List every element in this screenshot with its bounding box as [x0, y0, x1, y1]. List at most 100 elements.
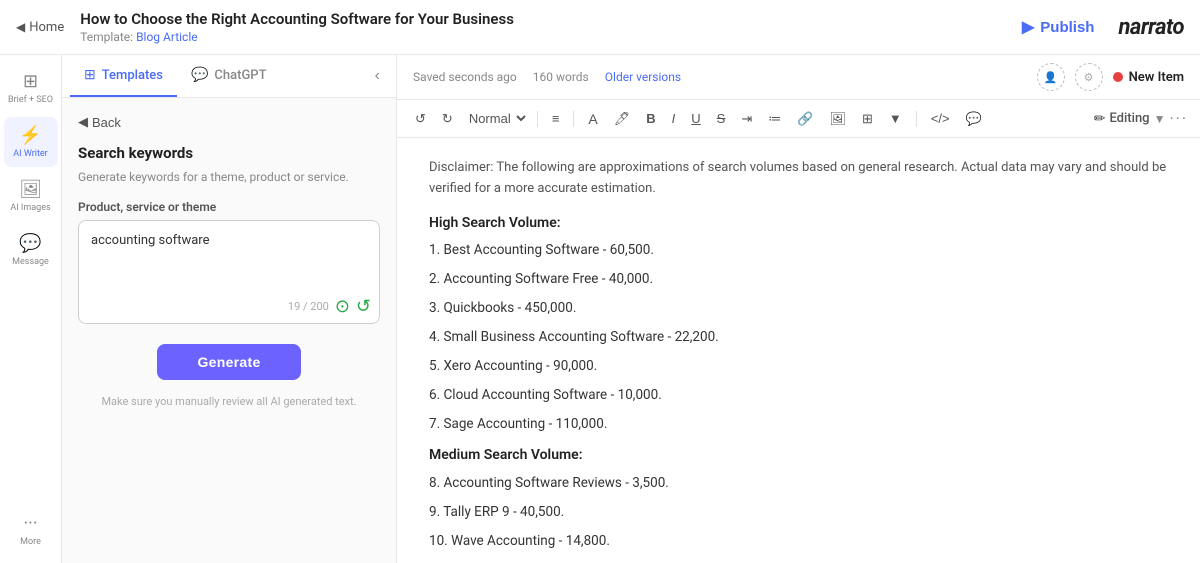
- link-button[interactable]: 🔗: [791, 107, 819, 131]
- ai-writer-label: AI Writer: [13, 149, 47, 159]
- list-item: 9. Tally ERP 9 - 40,500.: [429, 501, 1168, 524]
- templates-tab-label: Templates: [102, 68, 163, 83]
- undo-button[interactable]: ↺: [409, 107, 432, 131]
- left-panel: ⊞ Templates 💬 ChatGPT ‹ ◀ Back Search ke…: [62, 55, 397, 563]
- new-item-container: New Item: [1113, 70, 1184, 85]
- template-prefix: Template:: [80, 30, 133, 44]
- list-button[interactable]: ≔: [762, 107, 787, 131]
- strikethrough-button[interactable]: S: [711, 107, 732, 130]
- sidebar-icons: ⊞ Brief + SEO ⚡ AI Writer 🖼 AI Images 💬 …: [0, 55, 62, 563]
- chatgpt-tab-icon: 💬: [191, 67, 208, 83]
- comment-button[interactable]: 💬: [960, 107, 988, 131]
- refresh-textarea-button[interactable]: ↺: [356, 296, 371, 317]
- editing-menu-dots[interactable]: ···: [1169, 109, 1188, 128]
- edit-icon: ✏: [1094, 111, 1106, 127]
- highlight-button[interactable]: 🖊: [608, 107, 637, 131]
- disclaimer-text: Disclaimer: The following are approximat…: [429, 158, 1168, 200]
- collapse-panel-button[interactable]: ‹: [367, 63, 388, 89]
- header-title-area: How to Choose the Right Accounting Softw…: [80, 10, 514, 44]
- home-label: Home: [29, 20, 64, 35]
- indent-button[interactable]: ⇥: [735, 107, 758, 131]
- tab-chatgpt[interactable]: 💬 ChatGPT: [177, 55, 281, 97]
- tab-templates[interactable]: ⊞ Templates: [70, 55, 177, 97]
- brief-seo-label: Brief + SEO: [8, 95, 53, 105]
- sidebar-item-ai-images[interactable]: 🖼 AI Images: [4, 171, 58, 221]
- share-avatar: ⚙: [1075, 63, 1103, 91]
- editor-area: Saved seconds ago 160 words Older versio…: [397, 55, 1200, 563]
- editor-content[interactable]: Disclaimer: The following are approximat…: [397, 138, 1200, 563]
- ai-images-label: AI Images: [10, 203, 50, 213]
- header-right: ▶ Publish narrato: [1010, 11, 1184, 43]
- list-item: 3. Quickbooks - 450,000.: [429, 297, 1168, 320]
- generate-button[interactable]: Generate: [157, 344, 300, 380]
- sidebar-item-ai-writer[interactable]: ⚡ AI Writer: [4, 117, 58, 167]
- medium-volume-heading: Medium Search Volume:: [429, 444, 1168, 468]
- message-label: Message: [12, 257, 49, 267]
- list-item: 7. Sage Accounting - 110,000.: [429, 413, 1168, 436]
- clear-textarea-button[interactable]: ⊙: [335, 296, 350, 317]
- editing-chevron-icon: ▼: [1154, 112, 1166, 126]
- brief-seo-icon: ⊞: [23, 71, 38, 92]
- char-count: 19 / 200: [288, 300, 329, 313]
- redo-button[interactable]: ↻: [436, 107, 459, 131]
- message-icon: 💬: [19, 233, 41, 254]
- list-item: 6. Cloud Accounting Software - 10,000.: [429, 384, 1168, 407]
- publish-label: Publish: [1040, 19, 1094, 36]
- chatgpt-tab-label: ChatGPT: [214, 68, 266, 83]
- back-button[interactable]: ◀ Back: [78, 114, 121, 130]
- search-keywords-desc: Generate keywords for a theme, product o…: [78, 168, 380, 186]
- template-link[interactable]: Blog Article: [136, 30, 198, 44]
- image-button[interactable]: 🖼: [823, 107, 852, 131]
- list-item: 10. Wave Accounting - 14,800.: [429, 530, 1168, 553]
- format-bar: ↺ ↻ Normal ≡ A 🖊 B I U S ⇥ ≔ 🔗 🖼 ⊞ ▼ </>…: [397, 100, 1200, 138]
- table-button[interactable]: ⊞: [856, 107, 879, 131]
- high-volume-heading: High Search Volume:: [429, 212, 1168, 236]
- word-count: 160 words: [533, 70, 589, 84]
- page-title: How to Choose the Right Accounting Softw…: [80, 10, 514, 28]
- code-button[interactable]: </>: [925, 107, 956, 130]
- older-versions-link[interactable]: Older versions: [605, 70, 681, 84]
- ai-writer-icon: ⚡: [19, 125, 41, 146]
- sidebar-item-brief-seo[interactable]: ⊞ Brief + SEO: [4, 63, 58, 113]
- gnucash-item: 11. GNUCash - 22,000.: [429, 559, 1168, 563]
- more-label: More: [20, 537, 41, 547]
- ai-images-icon: 🖼: [19, 179, 42, 200]
- product-field-label: Product, service or theme: [78, 200, 380, 214]
- underline-button[interactable]: U: [685, 107, 706, 130]
- list-item: 2. Accounting Software Free - 40,000.: [429, 268, 1168, 291]
- narrato-logo: narrato: [1118, 15, 1184, 40]
- main-layout: ⊞ Brief + SEO ⚡ AI Writer 🖼 AI Images 💬 …: [0, 55, 1200, 563]
- sidebar-item-message[interactable]: 💬 Message: [4, 225, 58, 275]
- italic-button[interactable]: I: [666, 107, 682, 130]
- editing-label: Editing: [1109, 111, 1149, 126]
- panel-content: ◀ Back Search keywords Generate keywords…: [62, 98, 396, 563]
- home-link[interactable]: ◀ Home: [16, 20, 64, 35]
- editor-topbar: Saved seconds ago 160 words Older versio…: [397, 55, 1200, 100]
- list-item: 1. Best Accounting Software - 60,500.: [429, 239, 1168, 262]
- more-icon: ···: [23, 513, 37, 534]
- new-item-label: New Item: [1129, 70, 1184, 85]
- publish-icon: ▶: [1022, 17, 1034, 37]
- more-format-button[interactable]: ▼: [883, 107, 908, 130]
- editor-topbar-left: Saved seconds ago 160 words Older versio…: [413, 70, 681, 84]
- list-item: 4. Small Business Accounting Software - …: [429, 326, 1168, 349]
- product-textarea-wrapper: 19 / 200 ⊙ ↺: [78, 220, 380, 324]
- list-item: 5. Xero Accounting - 90,000.: [429, 355, 1168, 378]
- saved-status: Saved seconds ago: [413, 70, 517, 84]
- bold-button[interactable]: B: [640, 107, 661, 130]
- sidebar-item-more[interactable]: ··· More: [4, 505, 58, 555]
- search-keywords-title: Search keywords: [78, 144, 380, 162]
- align-left-button[interactable]: ≡: [546, 107, 566, 130]
- paragraph-style-select[interactable]: Normal: [463, 106, 529, 131]
- generate-label: Generate: [197, 354, 260, 370]
- textarea-footer: 19 / 200 ⊙ ↺: [288, 296, 371, 317]
- separator-1: [537, 111, 538, 127]
- template-line: Template: Blog Article: [80, 30, 514, 44]
- separator-3: [916, 111, 917, 127]
- back-arrow-icon: ◀: [78, 114, 88, 130]
- publish-button[interactable]: ▶ Publish: [1010, 11, 1106, 43]
- list-item: 8. Accounting Software Reviews - 3,500.: [429, 472, 1168, 495]
- product-textarea[interactable]: [91, 231, 367, 291]
- ai-disclaimer: Make sure you manually review all AI gen…: [78, 394, 380, 411]
- text-color-button[interactable]: A: [582, 107, 603, 131]
